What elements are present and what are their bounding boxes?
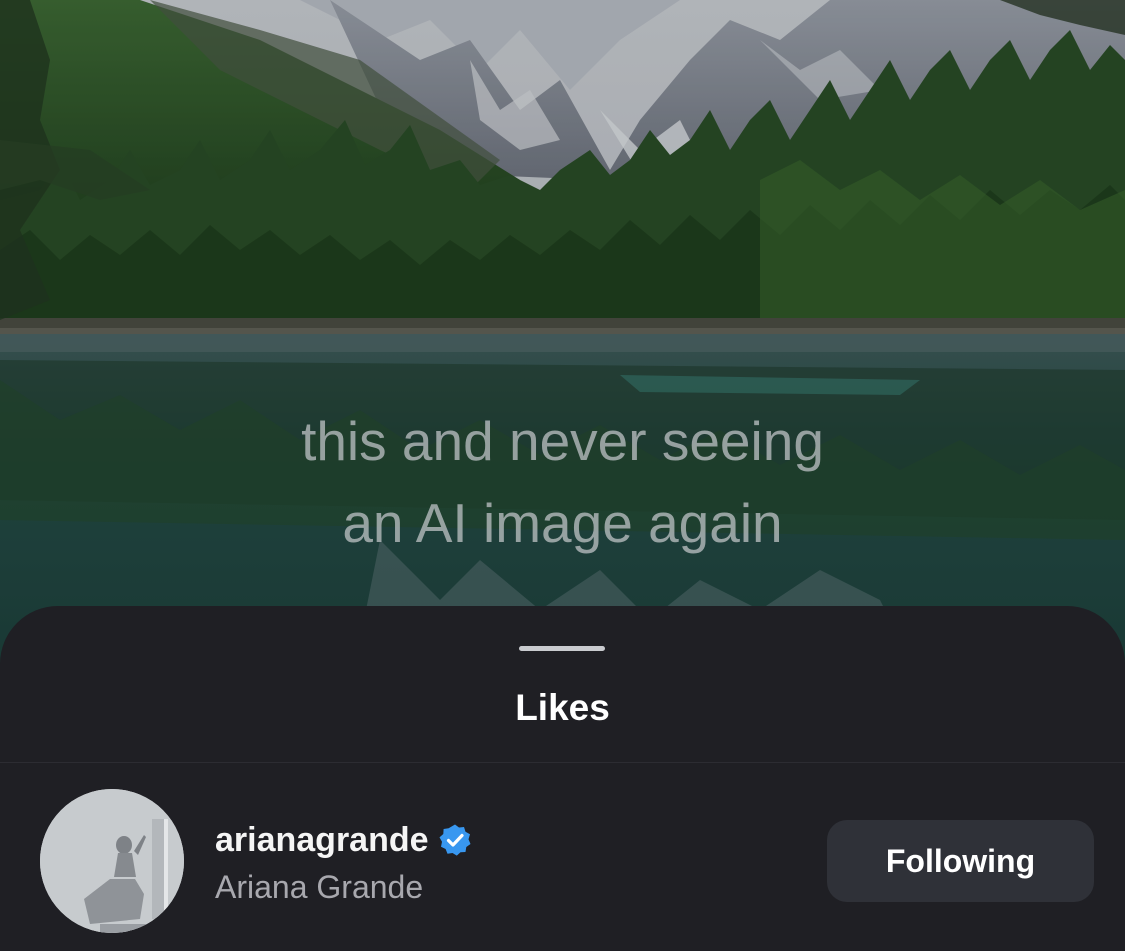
sheet-title: Likes bbox=[515, 687, 610, 728]
post-caption: this and never seeing an AI image again bbox=[0, 400, 1125, 564]
like-row[interactable]: arianagrande Ariana Grande Following bbox=[0, 763, 1125, 951]
screen: this and never seeing an AI image again … bbox=[0, 0, 1125, 951]
following-button[interactable]: Following bbox=[827, 820, 1094, 902]
username[interactable]: arianagrande bbox=[215, 818, 429, 862]
full-name: Ariana Grande bbox=[215, 869, 424, 905]
verified-badge-icon bbox=[438, 823, 472, 857]
caption-line-2: an AI image again bbox=[342, 492, 783, 554]
sheet-drag-handle[interactable] bbox=[519, 646, 605, 651]
likes-sheet: Likes arianagrande Ariana Grande Followi… bbox=[0, 606, 1125, 951]
username-line: arianagrande bbox=[215, 818, 472, 862]
caption-line-1: this and never seeing bbox=[301, 410, 824, 472]
avatar[interactable] bbox=[40, 789, 184, 933]
